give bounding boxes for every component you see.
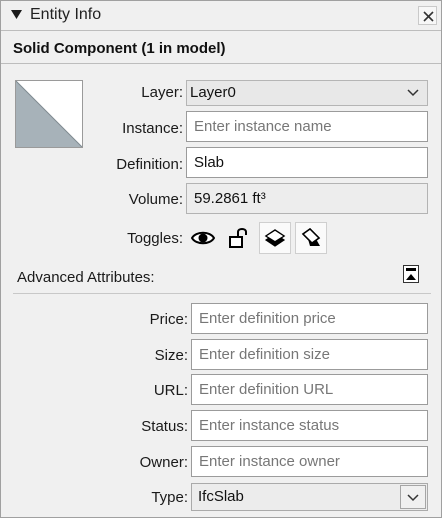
- toggles-label: Toggles:: [127, 230, 183, 247]
- layer-label: Layer:: [141, 84, 183, 101]
- definition-label: Definition:: [116, 156, 183, 173]
- entity-type-heading: Solid Component (1 in model): [13, 40, 226, 57]
- owner-label: Owner:: [139, 454, 188, 471]
- type-label: Type:: [151, 489, 188, 506]
- close-icon: [423, 11, 434, 22]
- close-button[interactable]: [418, 6, 437, 25]
- owner-input[interactable]: [191, 446, 428, 477]
- size-label: Size:: [154, 347, 188, 364]
- cast-shadows-icon: [301, 228, 321, 246]
- panel-title: Entity Info: [30, 6, 102, 23]
- advanced-attributes-heading: Advanced Attributes:: [17, 269, 155, 286]
- panel-titlebar[interactable]: Entity Info: [1, 1, 441, 31]
- layer-value: Layer0: [190, 84, 236, 101]
- chevron-down-icon: [407, 494, 419, 502]
- instance-label: Instance:: [122, 120, 183, 137]
- status-label: Status:: [141, 418, 188, 435]
- receive-shadows-icon: [264, 229, 286, 247]
- instance-name-input[interactable]: [186, 111, 428, 142]
- cast-shadows-toggle[interactable]: [295, 222, 327, 254]
- definition-name-input[interactable]: [186, 147, 428, 178]
- dropdown-button[interactable]: [400, 485, 426, 509]
- size-input[interactable]: [191, 339, 428, 370]
- collapse-section-icon: [406, 268, 416, 280]
- chevron-down-icon: [407, 89, 419, 97]
- volume-value: 59.2861 ft³: [186, 183, 428, 214]
- layer-select[interactable]: Layer0: [186, 80, 428, 106]
- price-input[interactable]: [191, 303, 428, 334]
- eye-icon: [191, 231, 215, 245]
- triangle-down-icon[interactable]: [10, 8, 23, 21]
- receive-shadows-toggle[interactable]: [259, 222, 291, 254]
- entity-header: Solid Component (1 in model): [1, 32, 441, 64]
- ifc-type-select[interactable]: IfcSlab: [191, 483, 428, 511]
- advanced-attributes-toggle[interactable]: [403, 265, 419, 283]
- ifc-type-value: IfcSlab: [198, 488, 244, 505]
- lock-toggle[interactable]: [224, 223, 254, 253]
- price-label: Price:: [149, 311, 188, 328]
- thumbnail-image: [16, 81, 82, 147]
- volume-label: Volume:: [128, 191, 183, 208]
- status-input[interactable]: [191, 410, 428, 441]
- unlock-icon: [229, 228, 247, 248]
- entity-info-panel: Entity Info Solid Component (1 in model)…: [0, 0, 442, 518]
- url-label: URL:: [153, 382, 188, 399]
- url-input[interactable]: [191, 374, 428, 405]
- visibility-toggle[interactable]: [188, 223, 218, 253]
- section-divider: [13, 293, 431, 294]
- component-thumbnail[interactable]: [15, 80, 83, 148]
